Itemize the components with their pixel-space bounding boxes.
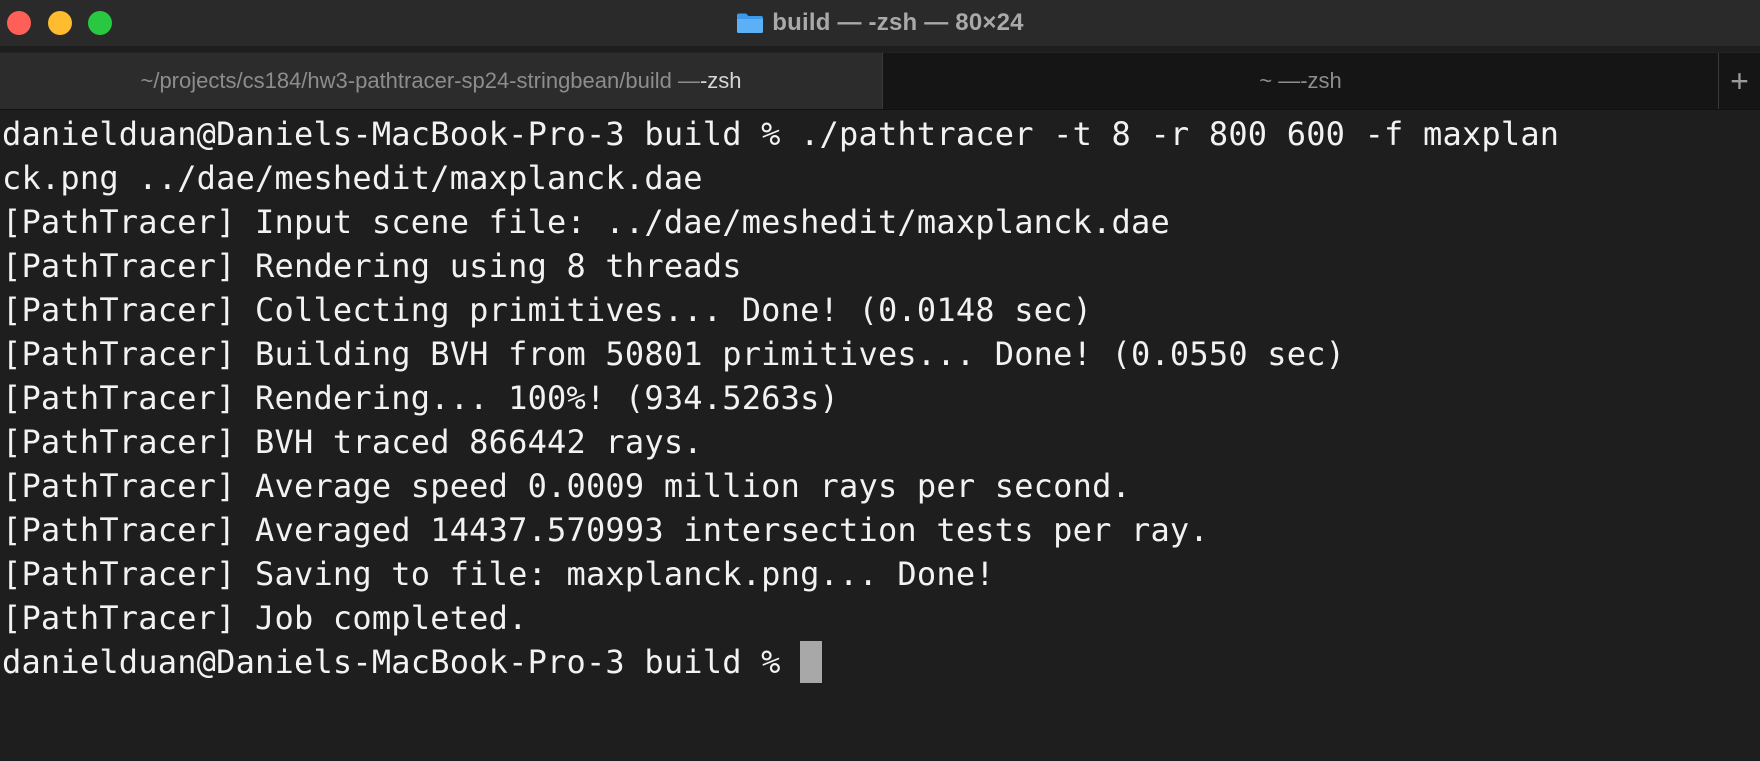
shell-prompt: danielduan@Daniels-MacBook-Pro-3 build %: [2, 643, 801, 681]
folder-icon: [737, 13, 764, 33]
terminal-line: ck.png ../dae/meshedit/maxplanck.dae: [2, 159, 703, 197]
window-title: build — -zsh — 80×24: [772, 9, 1024, 36]
plus-icon: +: [1730, 62, 1749, 99]
text-cursor: [800, 641, 823, 683]
terminal-line: [PathTracer] Collecting primitives... Do…: [2, 291, 1093, 329]
tab-home[interactable]: ~ — -zsh: [882, 53, 1718, 109]
terminal-window: build — -zsh — 80×24 ~/projects/cs184/hw…: [0, 0, 1760, 761]
terminal-output[interactable]: danielduan@Daniels-MacBook-Pro-3 build %…: [0, 112, 1760, 761]
terminal-line: [PathTracer] BVH traced 866442 rays.: [2, 423, 703, 461]
terminal-line: [PathTracer] Average speed 0.0009 millio…: [2, 467, 1132, 505]
window-title-container: build — -zsh — 80×24: [0, 0, 1760, 46]
tab-build[interactable]: ~/projects/cs184/hw3-pathtracer-sp24-str…: [0, 53, 882, 109]
title-bar[interactable]: build — -zsh — 80×24: [0, 0, 1760, 46]
tab-build-shell: -zsh: [699, 68, 742, 93]
tab-build-path: ~/projects/cs184/hw3-pathtracer-sp24-str…: [140, 68, 700, 93]
prompt-line[interactable]: danielduan@Daniels-MacBook-Pro-3 build %: [2, 640, 1760, 684]
tab-home-shell: -zsh: [1300, 68, 1342, 93]
window-title-group: build — -zsh — 80×24: [736, 9, 1024, 37]
terminal-line: danielduan@Daniels-MacBook-Pro-3 build %…: [2, 115, 1560, 153]
terminal-line: [PathTracer] Job completed.: [2, 599, 528, 637]
tab-bar: ~/projects/cs184/hw3-pathtracer-sp24-str…: [0, 52, 1760, 110]
terminal-line: [PathTracer] Saving to file: maxplanck.p…: [2, 555, 995, 593]
terminal-line: [PathTracer] Building BVH from 50801 pri…: [2, 335, 1346, 373]
terminal-line: [PathTracer] Rendering... 100%! (934.526…: [2, 379, 840, 417]
terminal-line: [PathTracer] Rendering using 8 threads: [2, 247, 742, 285]
terminal-line: [PathTracer] Averaged 14437.570993 inter…: [2, 511, 1209, 549]
terminal-line: [PathTracer] Input scene file: ../dae/me…: [2, 203, 1170, 241]
new-tab-button[interactable]: +: [1718, 53, 1760, 109]
tab-home-path: ~ —: [1259, 68, 1301, 93]
